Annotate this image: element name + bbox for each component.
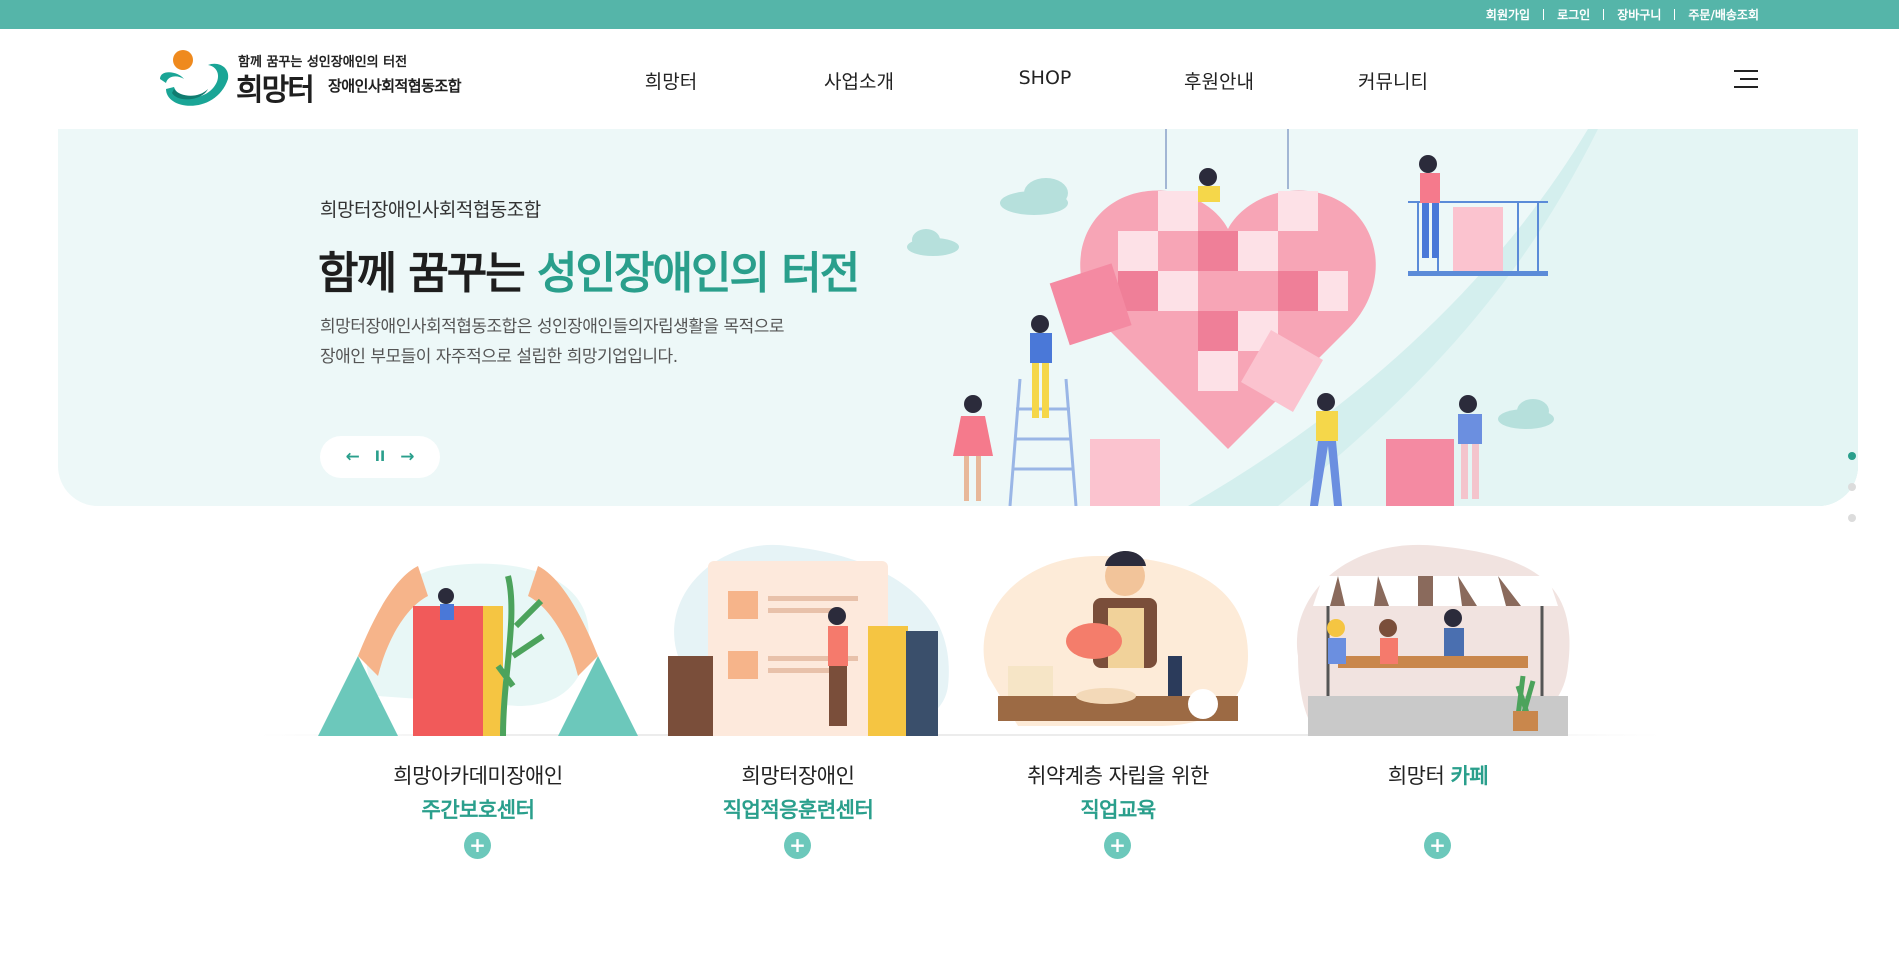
hero-description: 희망터장애인사회적협동조합은 성인장애인들의자립생활을 목적으로 장애인 부모들… [320, 312, 880, 372]
baker-icon [983, 551, 1248, 726]
card-title-line1: 희망아카데미장애인 [393, 764, 563, 788]
arrow-left-icon[interactable]: ← [346, 447, 360, 467]
card-title-plain: 희망터 [1387, 764, 1451, 788]
hero-desc-line: 희망터장애인사회적협동조합은 성인장애인들의자립생활을 목적으로 [320, 317, 785, 337]
more-plus-icon[interactable]: + [464, 832, 491, 859]
site-header: 함께 꿈꾸는 성인장애인의 터전 희망터 장애인사회적협동조합 희망터 사업소개… [0, 29, 1899, 129]
card-title-line2: 주간보호센터 [421, 798, 535, 822]
card-title-line1: 취약계층 자립을 위한 [1027, 764, 1209, 788]
pause-icon[interactable]: II [375, 449, 385, 465]
business-card-day-care[interactable]: 희망아카데미장애인 주간보호센터 + [318, 536, 638, 859]
nav-item-community[interactable]: 커뮤니티 [1358, 67, 1428, 94]
main-nav: 희망터 사업소개 SHOP 후원안내 커뮤니티 [0, 67, 1899, 93]
book-plant-icon [318, 563, 638, 736]
arrow-right-icon[interactable]: → [400, 447, 414, 467]
card-title-line1: 희망터장애인 [741, 764, 855, 788]
card-title-line2: 직업적응훈련센터 [722, 798, 874, 822]
hero-title-accent: 성인장애인의 터전 [537, 248, 860, 299]
divider [1674, 9, 1676, 20]
slide-dot[interactable] [1848, 514, 1856, 522]
more-plus-icon[interactable]: + [1424, 832, 1451, 859]
hero-title-plain: 함께 꿈꾸는 [318, 248, 538, 299]
hero-desc-line: 장애인 부모들이 자주적으로 설립한 희망기업입니다. [320, 347, 678, 367]
cafe-icon [1296, 544, 1570, 736]
card-title-accent: 카페 [1450, 764, 1489, 788]
login-link[interactable]: 로그인 [1557, 6, 1590, 23]
hamburger-icon[interactable] [1734, 70, 1758, 88]
nav-item-shop[interactable]: SHOP [1019, 67, 1072, 89]
business-card-job-training[interactable]: 취약계층 자립을 위한 직업교육 + [958, 536, 1278, 859]
cart-link[interactable]: 장바구니 [1617, 6, 1661, 23]
slide-dot-active[interactable] [1848, 452, 1856, 460]
business-card-vocational-center[interactable]: 희망터장애인 직업적응훈련센터 + [638, 536, 958, 859]
divider [1603, 9, 1605, 20]
top-utility-bar: 회원가입 로그인 장바구니 주문/배송조회 [0, 0, 1899, 29]
slide-pager [1848, 452, 1856, 545]
nav-item-about[interactable]: 희망터 [645, 67, 697, 94]
nav-item-business[interactable]: 사업소개 [824, 67, 894, 94]
more-plus-icon[interactable]: + [1104, 832, 1131, 859]
nav-item-support[interactable]: 후원안내 [1184, 67, 1254, 94]
order-tracking-link[interactable]: 주문/배송조회 [1688, 6, 1759, 23]
slide-dot[interactable] [1848, 483, 1856, 491]
utility-links: 회원가입 로그인 장바구니 주문/배송조회 [1486, 0, 1759, 29]
slider-controls: ← II → [320, 436, 440, 478]
business-card-cafe[interactable]: 희망터 카페 + [1278, 536, 1598, 859]
hero-eyebrow: 희망터장애인사회적협동조합 [320, 199, 541, 221]
signup-link[interactable]: 회원가입 [1486, 6, 1530, 23]
card-title-line2: 직업교육 [1080, 798, 1156, 822]
more-plus-icon[interactable]: + [784, 832, 811, 859]
resume-documents-icon [668, 544, 949, 736]
card-title-line1: 희망터 카페 [1278, 760, 1598, 790]
hero-title: 함께 꿈꾸는 성인장애인의 터전 [318, 237, 860, 301]
hero-banner: 희망터장애인사회적협동조합 함께 꿈꾸는 성인장애인의 터전 희망터장애인사회적… [58, 129, 1858, 506]
divider [1543, 9, 1545, 20]
